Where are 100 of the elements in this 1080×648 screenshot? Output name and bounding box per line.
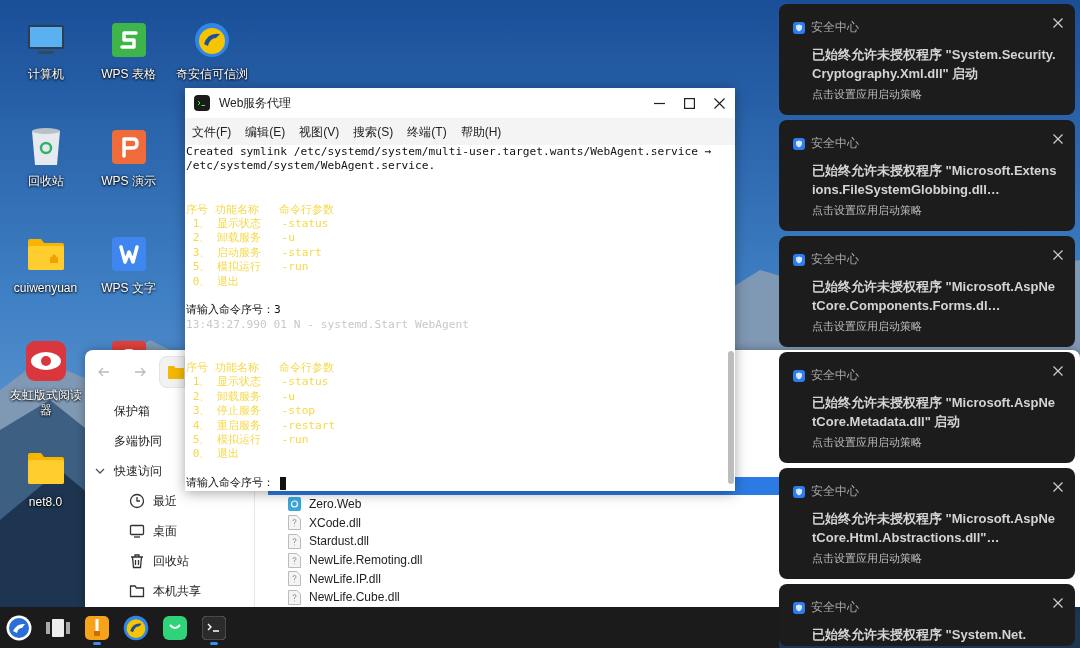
terminal-line: 0、 退出 [191, 447, 240, 462]
unknown-file-icon [288, 552, 301, 568]
notification-toast[interactable]: 安全中心 已始终允许未授权程序 "Microsoft.AspNetCore.Metadata.dll" 启动 点击设置应用启动策略 [779, 352, 1075, 463]
monitor-icon [25, 23, 66, 57]
notification-app-name: 安全中心 [811, 368, 859, 383]
notification-action[interactable]: 点击设置应用启动策略 [812, 550, 1075, 567]
notification-action[interactable]: 点击设置应用启动策略 [812, 202, 1075, 219]
presentation-app-icon [111, 130, 146, 164]
unknown-file-icon [288, 515, 301, 531]
file-row[interactable]: NewLife.IP.dll [288, 569, 385, 588]
file-row[interactable]: XCode.dll [288, 513, 366, 533]
desktop-icon-label: WPS 文字 [100, 281, 157, 296]
notification-message: 已始终允许未授权程序 "System.Security.Cryptography.Xml.dll" 启动 [812, 46, 1057, 84]
shield-app-icon [793, 253, 805, 266]
notification-message: 已始终允许未授权程序 "System.Net. [812, 626, 1028, 645]
browser-icon [193, 22, 230, 58]
notification-app-name: 安全中心 [811, 252, 859, 267]
desktop-icon-label: net8.0 [27, 495, 64, 510]
notification-message: 已始终允许未授权程序 "Microsoft.AspNetCore.Html.Abstractions.dll"… [812, 510, 1057, 548]
menu-item[interactable]: 帮助(H) [460, 122, 502, 141]
scrollbar-thumb[interactable] [728, 351, 734, 484]
terminal-line: 序号 功能名称 命令行参数 [186, 202, 334, 217]
unknown-file-icon [288, 571, 301, 587]
terminal-line: 2、 卸载服务 -u [191, 231, 295, 246]
sidebar-item[interactable]: 保护箱 [114, 396, 150, 426]
notification-message: 已始终允许未授权程序 "Microsoft.Extensions.FileSystemGlobbing.dll… [812, 162, 1057, 200]
shopping-bag-icon[interactable] [163, 615, 187, 640]
sidebar-item[interactable]: 最近 [129, 486, 177, 516]
app-file-icon [288, 497, 301, 512]
notification-toast[interactable]: 安全中心 已始终允许未授权程序 "System.Security.Cryptography.Xml.dll" 启动 点击设置应用启动策略 [779, 4, 1075, 115]
desktop-icon-label: WPS 演示 [100, 174, 157, 189]
trash-icon [129, 553, 145, 569]
desktop-icon[interactable]: 回收站 [6, 123, 85, 189]
menu-item[interactable]: 编辑(E) [245, 122, 286, 141]
terminal-line: Created symlink /etc/systemd/system/multi-user.target.wants/WebAgent.service → /etc/systemd/system/WebAgent.service. [186, 145, 713, 174]
chevron-icon[interactable] [95, 467, 105, 475]
desktop-icon-label: cuiwenyuan [12, 281, 79, 296]
window-title: Web服务代理 [219, 95, 292, 112]
launcher-icon[interactable] [6, 614, 32, 641]
notification-action[interactable]: 点击设置应用启动策略 [812, 434, 1075, 451]
desktop-icon[interactable]: WPS 表格 [89, 16, 168, 82]
desktop-icon[interactable]: WPS 演示 [89, 123, 168, 189]
terminal-line: 4、 重启服务 -restart [191, 418, 336, 434]
sidebar-item[interactable]: 桌面 [129, 516, 177, 546]
sidebar-item[interactable]: 多端协同 [114, 426, 162, 456]
file-row[interactable]: Zero.Web [288, 495, 366, 514]
multitask-icon[interactable] [46, 617, 70, 638]
maximize-icon[interactable] [684, 97, 695, 109]
menu-item[interactable]: 视图(V) [299, 122, 340, 141]
document-app-icon [111, 237, 146, 271]
terminal-line: 1、 显示状态 -status [191, 217, 329, 232]
desktop-icon[interactable]: cuiwenyuan [6, 230, 85, 296]
folder-icon [168, 365, 184, 379]
desktop-icon[interactable]: 奇安信可信浏 [172, 16, 251, 82]
desktop-icon-label: WPS 表格 [100, 67, 157, 82]
notification-app-name: 安全中心 [811, 20, 859, 35]
desktop-icon-label: 回收站 [26, 174, 65, 189]
notification-toast[interactable]: 安全中心 已始终允许未授权程序 "System.Net. [779, 584, 1075, 647]
desktop-icon[interactable]: WPS 文字 [89, 230, 168, 296]
menu-item[interactable]: 文件(F) [192, 122, 232, 141]
terminal-line: 3、 启动服务 -start [191, 245, 322, 261]
desktop-icon[interactable]: net8.0 [6, 444, 85, 510]
menu-item[interactable]: 搜索(S) [353, 122, 394, 141]
clock-icon [129, 493, 145, 509]
spreadsheet-app-icon [111, 23, 146, 57]
terminal-app-icon [194, 95, 210, 111]
desktop-icon-label: 友虹版式阅读器 [8, 388, 83, 418]
notification-message: 已始终允许未授权程序 "Microsoft.AspNetCore.Metadata.dll" 启动 [812, 394, 1057, 432]
terminal-line: 序号 功能名称 命令行参数 [186, 361, 334, 376]
folder-icon [129, 583, 145, 599]
notification-app-name: 安全中心 [811, 600, 859, 615]
sidebar-item[interactable]: 回收站 [129, 546, 189, 576]
notification-action[interactable]: 点击设置应用启动策略 [812, 318, 1075, 335]
notification-toast[interactable]: 安全中心 已始终允许未授权程序 "Microsoft.AspNetCore.Components.Forms.dl… 点击设置应用启动策略 [779, 236, 1075, 347]
file-row[interactable]: Stardust.dll [288, 532, 374, 551]
notification-app-name: 安全中心 [811, 484, 859, 499]
unknown-file-icon [288, 534, 301, 549]
notification-action[interactable]: 点击设置应用启动策略 [812, 86, 1075, 103]
shield-app-icon [793, 485, 805, 498]
menu-item[interactable]: 终端(T) [407, 122, 447, 141]
notification-toast[interactable]: 安全中心 已始终允许未授权程序 "Microsoft.AspNetCore.Html.Abstractions.dll"… 点击设置应用启动策略 [779, 468, 1075, 579]
close-icon[interactable] [714, 97, 725, 109]
desktop-icon[interactable]: 友虹版式阅读器 [6, 337, 85, 418]
monitor-icon [129, 523, 145, 539]
terminal-line: 1、 显示状态 -status [191, 375, 329, 390]
sidebar-item[interactable]: 快速访问 [114, 456, 162, 486]
terminal-line: 请输入命令序号： [186, 476, 274, 491]
terminal-line: 5、 模拟运行 -run [191, 260, 309, 275]
notification-message: 已始终允许未授权程序 "Microsoft.AspNetCore.Components.Forms.dl… [812, 278, 1057, 316]
file-row[interactable]: NewLife.Cube.dll [288, 587, 404, 607]
terminal-line: 5、 模拟运行 -run [191, 433, 309, 448]
file-row[interactable]: NewLife.Remoting.dll [288, 550, 427, 570]
eye-app-icon [25, 341, 66, 381]
terminal-line: 请输入命令序号：3 [186, 303, 281, 318]
shield-app-icon [793, 601, 805, 614]
notification-toast[interactable]: 安全中心 已始终允许未授权程序 "Microsoft.Extensions.FileSystemGlobbing.dll… 点击设置应用启动策略 [779, 120, 1075, 231]
terminal-icon[interactable] [202, 615, 226, 640]
browser-icon[interactable] [123, 614, 149, 641]
desktop-icon[interactable]: 计算机 [6, 16, 85, 82]
sidebar-item[interactable]: 本机共享 [129, 576, 201, 606]
